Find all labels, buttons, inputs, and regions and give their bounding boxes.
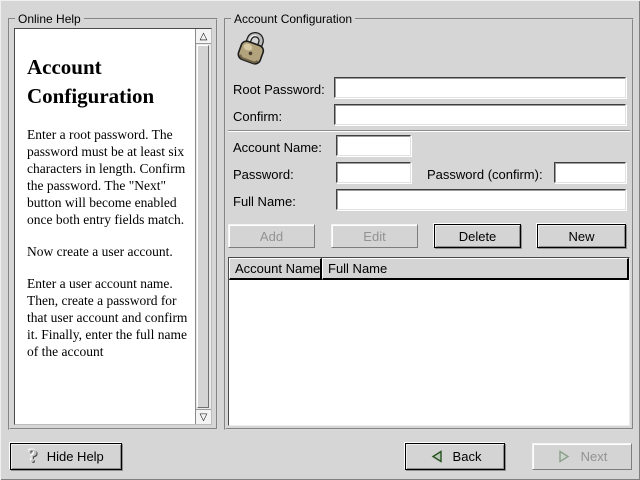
- online-help-frame: Online Help Account Configuration Enter …: [8, 18, 218, 430]
- password-input[interactable]: [336, 162, 411, 183]
- root-password-input[interactable]: [334, 77, 626, 98]
- separator: [228, 130, 630, 131]
- next-arrow-icon: [557, 449, 572, 464]
- question-mark-icon: ?: [28, 447, 38, 466]
- accounts-table-header: Account Name Full Name: [229, 258, 629, 280]
- account-name-label: Account Name:: [233, 140, 322, 155]
- account-name-input[interactable]: [336, 135, 411, 156]
- accounts-table-body[interactable]: [229, 280, 629, 425]
- help-content: Account Configuration Enter a root passw…: [15, 29, 195, 424]
- hide-help-label: Hide Help: [47, 449, 104, 464]
- help-scrollbar[interactable]: △ ▽: [195, 29, 211, 424]
- full-name-input[interactable]: [336, 189, 626, 210]
- delete-button[interactable]: Delete: [434, 224, 521, 248]
- root-password-label: Root Password:: [233, 82, 325, 97]
- help-paragraph: Enter a user account name. Then, create …: [27, 275, 189, 360]
- help-paragraph: Enter a root password. The password must…: [27, 126, 189, 228]
- help-paragraph: Now create a user account.: [27, 243, 189, 260]
- column-header-full-name[interactable]: Full Name: [322, 258, 629, 280]
- online-help-frame-label: Online Help: [15, 12, 84, 26]
- password-label: Password:: [233, 167, 294, 182]
- scrollbar-thumb[interactable]: [197, 45, 209, 408]
- column-header-account-name[interactable]: Account Name: [229, 258, 322, 280]
- next-label: Next: [581, 449, 608, 464]
- help-text-view: Account Configuration Enter a root passw…: [14, 28, 212, 425]
- password-confirm-input[interactable]: [554, 162, 626, 183]
- scroll-down-icon[interactable]: ▽: [196, 409, 211, 424]
- account-configuration-frame-label: Account Configuration: [231, 12, 355, 26]
- next-button[interactable]: Next: [532, 443, 632, 470]
- edit-button[interactable]: Edit: [331, 224, 418, 248]
- account-configuration-screen: { "help_panel": { "frame_label": "Online…: [0, 0, 640, 480]
- scroll-up-icon[interactable]: △: [196, 29, 211, 44]
- password-confirm-label: Password (confirm):: [427, 167, 543, 182]
- back-arrow-icon: [429, 449, 444, 464]
- confirm-label: Confirm:: [233, 109, 282, 124]
- account-configuration-frame: Account Configuration Root Password: Con…: [224, 18, 634, 430]
- padlock-icon: [231, 28, 271, 68]
- back-label: Back: [453, 449, 482, 464]
- full-name-label: Full Name:: [233, 194, 296, 209]
- new-button[interactable]: New: [537, 224, 626, 248]
- hide-help-button[interactable]: ? Hide Help: [10, 443, 122, 470]
- help-title: Account Configuration: [27, 53, 189, 111]
- confirm-password-input[interactable]: [334, 104, 626, 125]
- accounts-table[interactable]: Account Name Full Name: [228, 257, 630, 426]
- add-button[interactable]: Add: [228, 224, 315, 248]
- back-button[interactable]: Back: [405, 443, 505, 470]
